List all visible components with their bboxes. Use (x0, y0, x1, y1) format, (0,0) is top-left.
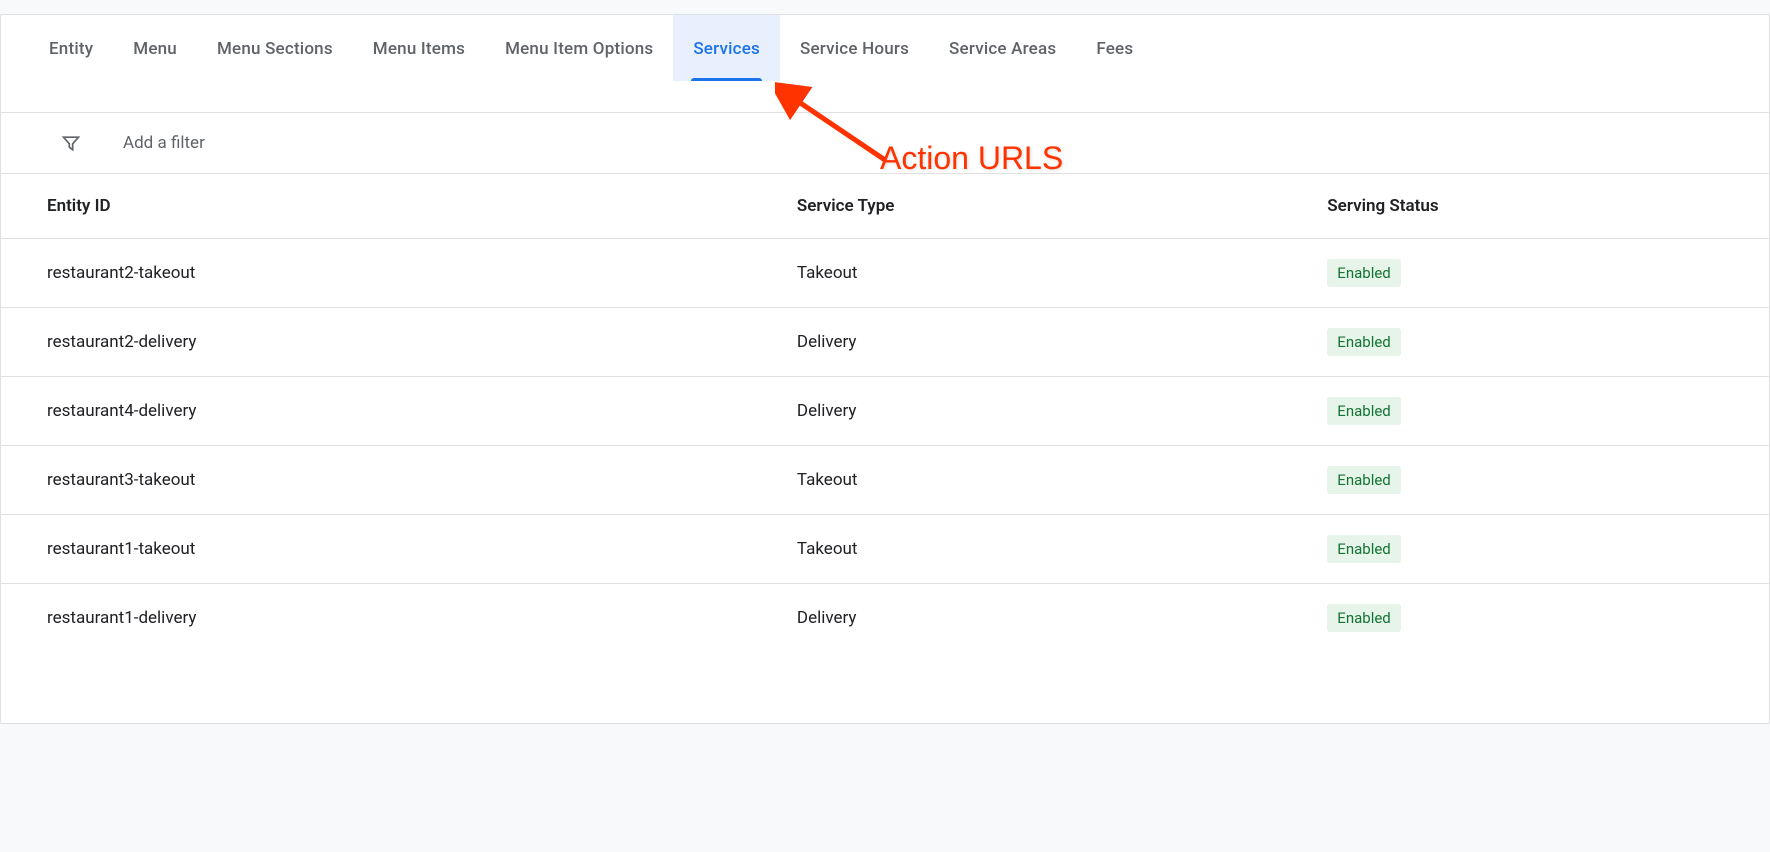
tab-menu[interactable]: Menu (113, 15, 197, 81)
tab-entity[interactable]: Entity (29, 15, 113, 81)
status-badge: Enabled (1327, 466, 1400, 494)
table-row[interactable]: restaurant4-deliveryDelivery Enabled (1, 377, 1769, 446)
table-row[interactable]: restaurant2-deliveryDelivery Enabled (1, 308, 1769, 377)
cell-entity-id: restaurant2-takeout (1, 239, 779, 308)
cell-service-type: Delivery (779, 377, 1309, 446)
table-header-row: Entity ID Service Type Serving Status (1, 174, 1769, 239)
cell-serving-status: Enabled (1309, 446, 1769, 515)
table-row[interactable]: restaurant1-takeoutTakeout Enabled (1, 515, 1769, 584)
status-badge: Enabled (1327, 259, 1400, 287)
header-entity-id[interactable]: Entity ID (1, 174, 779, 239)
cell-service-type: Takeout (779, 515, 1309, 584)
tab-menu-sections[interactable]: Menu Sections (197, 15, 353, 81)
cell-service-type: Delivery (779, 308, 1309, 377)
cell-entity-id: restaurant2-delivery (1, 308, 779, 377)
table-row[interactable]: restaurant3-takeoutTakeout Enabled (1, 446, 1769, 515)
filter-bar: Add a filter (1, 112, 1769, 174)
cell-entity-id: restaurant1-takeout (1, 515, 779, 584)
status-badge: Enabled (1327, 397, 1400, 425)
cell-service-type: Takeout (779, 239, 1309, 308)
cell-serving-status: Enabled (1309, 515, 1769, 584)
cell-entity-id: restaurant4-delivery (1, 377, 779, 446)
cell-service-type: Delivery (779, 584, 1309, 653)
tabs-bar: EntityMenuMenu SectionsMenu ItemsMenu It… (1, 15, 1769, 82)
cell-serving-status: Enabled (1309, 377, 1769, 446)
page-container: EntityMenuMenu SectionsMenu ItemsMenu It… (0, 14, 1770, 724)
tab-menu-items[interactable]: Menu Items (353, 15, 485, 81)
header-service-type[interactable]: Service Type (779, 174, 1309, 239)
cell-serving-status: Enabled (1309, 584, 1769, 653)
cell-service-type: Takeout (779, 446, 1309, 515)
cell-serving-status: Enabled (1309, 308, 1769, 377)
status-badge: Enabled (1327, 535, 1400, 563)
services-table: Entity ID Service Type Serving Status re… (1, 174, 1769, 652)
tab-menu-item-options[interactable]: Menu Item Options (485, 15, 673, 81)
filter-input[interactable]: Add a filter (123, 133, 205, 153)
table-row[interactable]: restaurant1-deliveryDelivery Enabled (1, 584, 1769, 653)
tab-service-hours[interactable]: Service Hours (780, 15, 929, 81)
cell-entity-id: restaurant1-delivery (1, 584, 779, 653)
table-row[interactable]: restaurant2-takeoutTakeout Enabled (1, 239, 1769, 308)
cell-entity-id: restaurant3-takeout (1, 446, 779, 515)
header-serving-status[interactable]: Serving Status (1309, 174, 1769, 239)
cell-serving-status: Enabled (1309, 239, 1769, 308)
tab-services[interactable]: Services (673, 15, 780, 81)
tab-fees[interactable]: Fees (1076, 15, 1153, 81)
filter-icon[interactable] (61, 133, 81, 153)
tab-service-areas[interactable]: Service Areas (929, 15, 1076, 81)
status-badge: Enabled (1327, 328, 1400, 356)
status-badge: Enabled (1327, 604, 1400, 632)
